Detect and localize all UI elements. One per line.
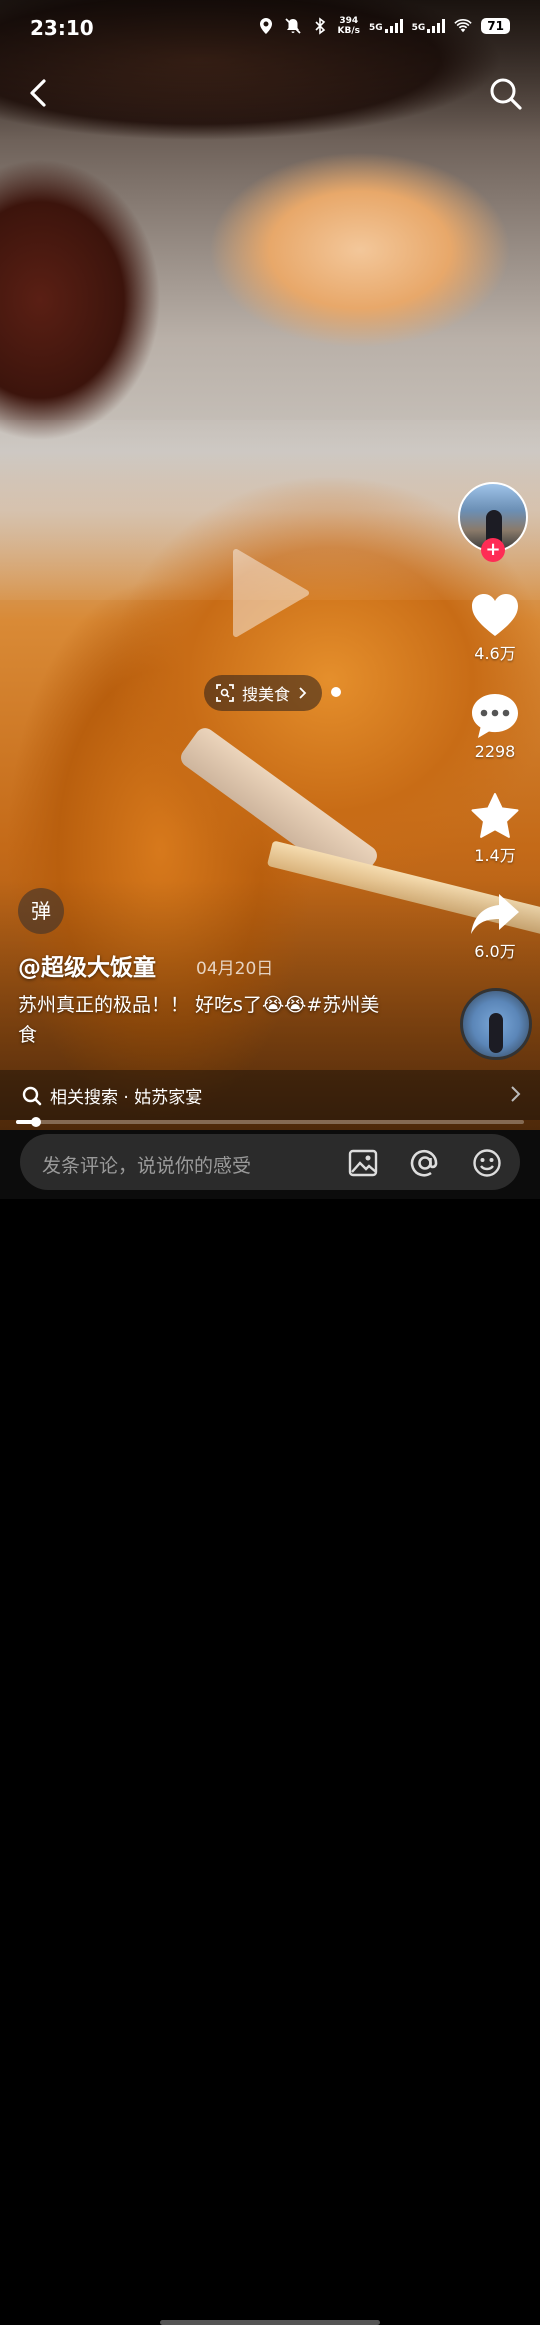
- bluetooth-icon: [314, 17, 325, 35]
- danmaku-toggle[interactable]: 弹: [18, 888, 64, 934]
- related-search-bar[interactable]: 相关搜索 · 姑苏家宴: [0, 1070, 540, 1120]
- star-icon: [471, 793, 519, 838]
- emoji-icon[interactable]: [472, 1148, 502, 1178]
- net-speed-value: 394: [339, 16, 359, 26]
- home-indicator: [160, 2320, 380, 2325]
- status-icons: 394 KB/s 5G 5G 71: [257, 16, 510, 36]
- network-speed: 394 KB/s: [338, 16, 360, 36]
- post-date: 04月20日: [196, 959, 274, 979]
- author-name[interactable]: @超级大饭童: [18, 948, 156, 982]
- back-button[interactable]: [22, 76, 56, 110]
- signal-bars-icon: [427, 19, 446, 33]
- battery-indicator: 71: [481, 18, 510, 34]
- search-food-chip[interactable]: 搜美食: [204, 675, 323, 711]
- related-search-content: 相关搜索 · 姑苏家宴: [22, 1083, 202, 1108]
- search-food-label: 搜美食: [242, 685, 291, 704]
- comment-count: 2298: [474, 742, 516, 761]
- related-search-label: 相关搜索 · 姑苏家宴: [50, 1088, 203, 1108]
- net-speed-unit: KB/s: [337, 26, 360, 36]
- signal-1: 5G: [369, 19, 403, 33]
- mute-bell-icon: [284, 18, 301, 34]
- like-count: 4.6万: [474, 644, 516, 663]
- search-button[interactable]: [488, 76, 524, 112]
- share-button[interactable]: 6.0万: [456, 892, 534, 962]
- heart-icon: [472, 594, 518, 636]
- post-caption[interactable]: 苏州真正的极品！！ 好吃s了😭😭#苏州美食: [18, 990, 398, 1050]
- signal-1-label: 5G: [368, 23, 383, 33]
- chevron-left-icon: [30, 79, 46, 107]
- favorite-button[interactable]: 1.4万: [456, 792, 534, 866]
- search-icon: [22, 1086, 42, 1105]
- location-icon: [259, 18, 272, 34]
- image-icon[interactable]: [348, 1148, 378, 1178]
- video-progress-bar[interactable]: [16, 1117, 524, 1127]
- status-bar: 23:10 394 KB/s 5G 5G 71: [0, 0, 540, 56]
- like-button[interactable]: 4.6万: [456, 592, 534, 664]
- pagination-dot: [331, 687, 341, 697]
- share-arrow-icon: [471, 894, 519, 934]
- follow-button[interactable]: +: [481, 538, 505, 562]
- wifi-icon: [454, 19, 472, 33]
- clock: 23:10: [30, 16, 94, 40]
- chevron-right-icon: [511, 1086, 521, 1102]
- chevron-right-icon: [299, 687, 307, 699]
- author-avatar-button[interactable]: +: [456, 480, 530, 562]
- comment-button[interactable]: 2298: [456, 692, 534, 761]
- share-count: 6.0万: [474, 942, 516, 961]
- comment-input[interactable]: 发条评论，说说你的感受: [20, 1134, 520, 1190]
- comment-placeholder: 发条评论，说说你的感受: [42, 1155, 252, 1177]
- comment-bar: 发条评论，说说你的感受: [0, 1130, 540, 2325]
- favorite-count: 1.4万: [474, 846, 516, 865]
- signal-2: 5G: [412, 19, 446, 33]
- signal-bars-icon: [384, 19, 403, 33]
- scan-search-icon: [216, 684, 234, 702]
- comment-icon: [472, 694, 518, 738]
- play-icon[interactable]: [230, 548, 310, 638]
- mention-icon[interactable]: [410, 1148, 440, 1178]
- music-disc-button[interactable]: [460, 988, 532, 1060]
- search-icon: [490, 78, 522, 110]
- signal-2-label: 5G: [411, 23, 426, 33]
